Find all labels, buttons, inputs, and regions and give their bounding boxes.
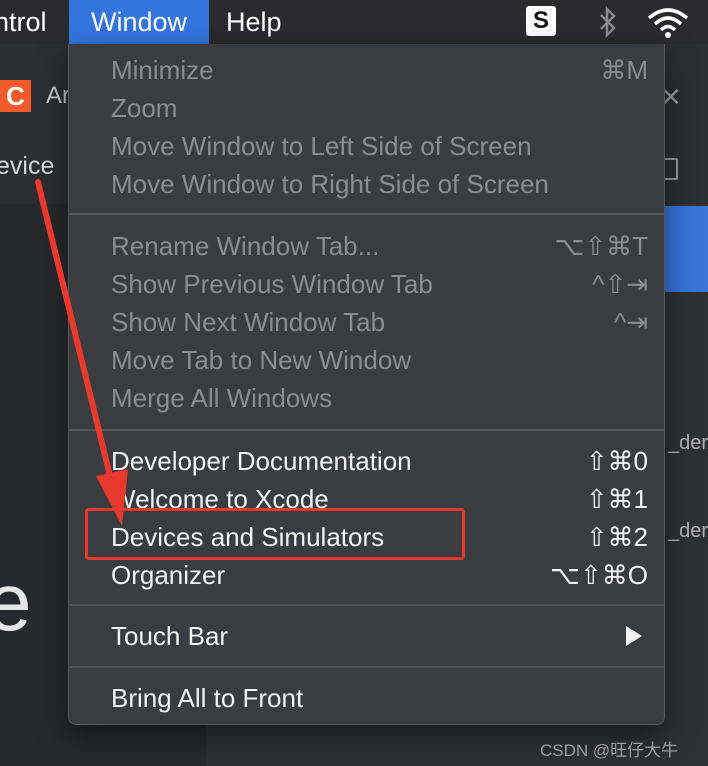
annotation-arrow	[35, 179, 128, 526]
watermark: CSDN @旺仔大牛	[540, 741, 679, 760]
